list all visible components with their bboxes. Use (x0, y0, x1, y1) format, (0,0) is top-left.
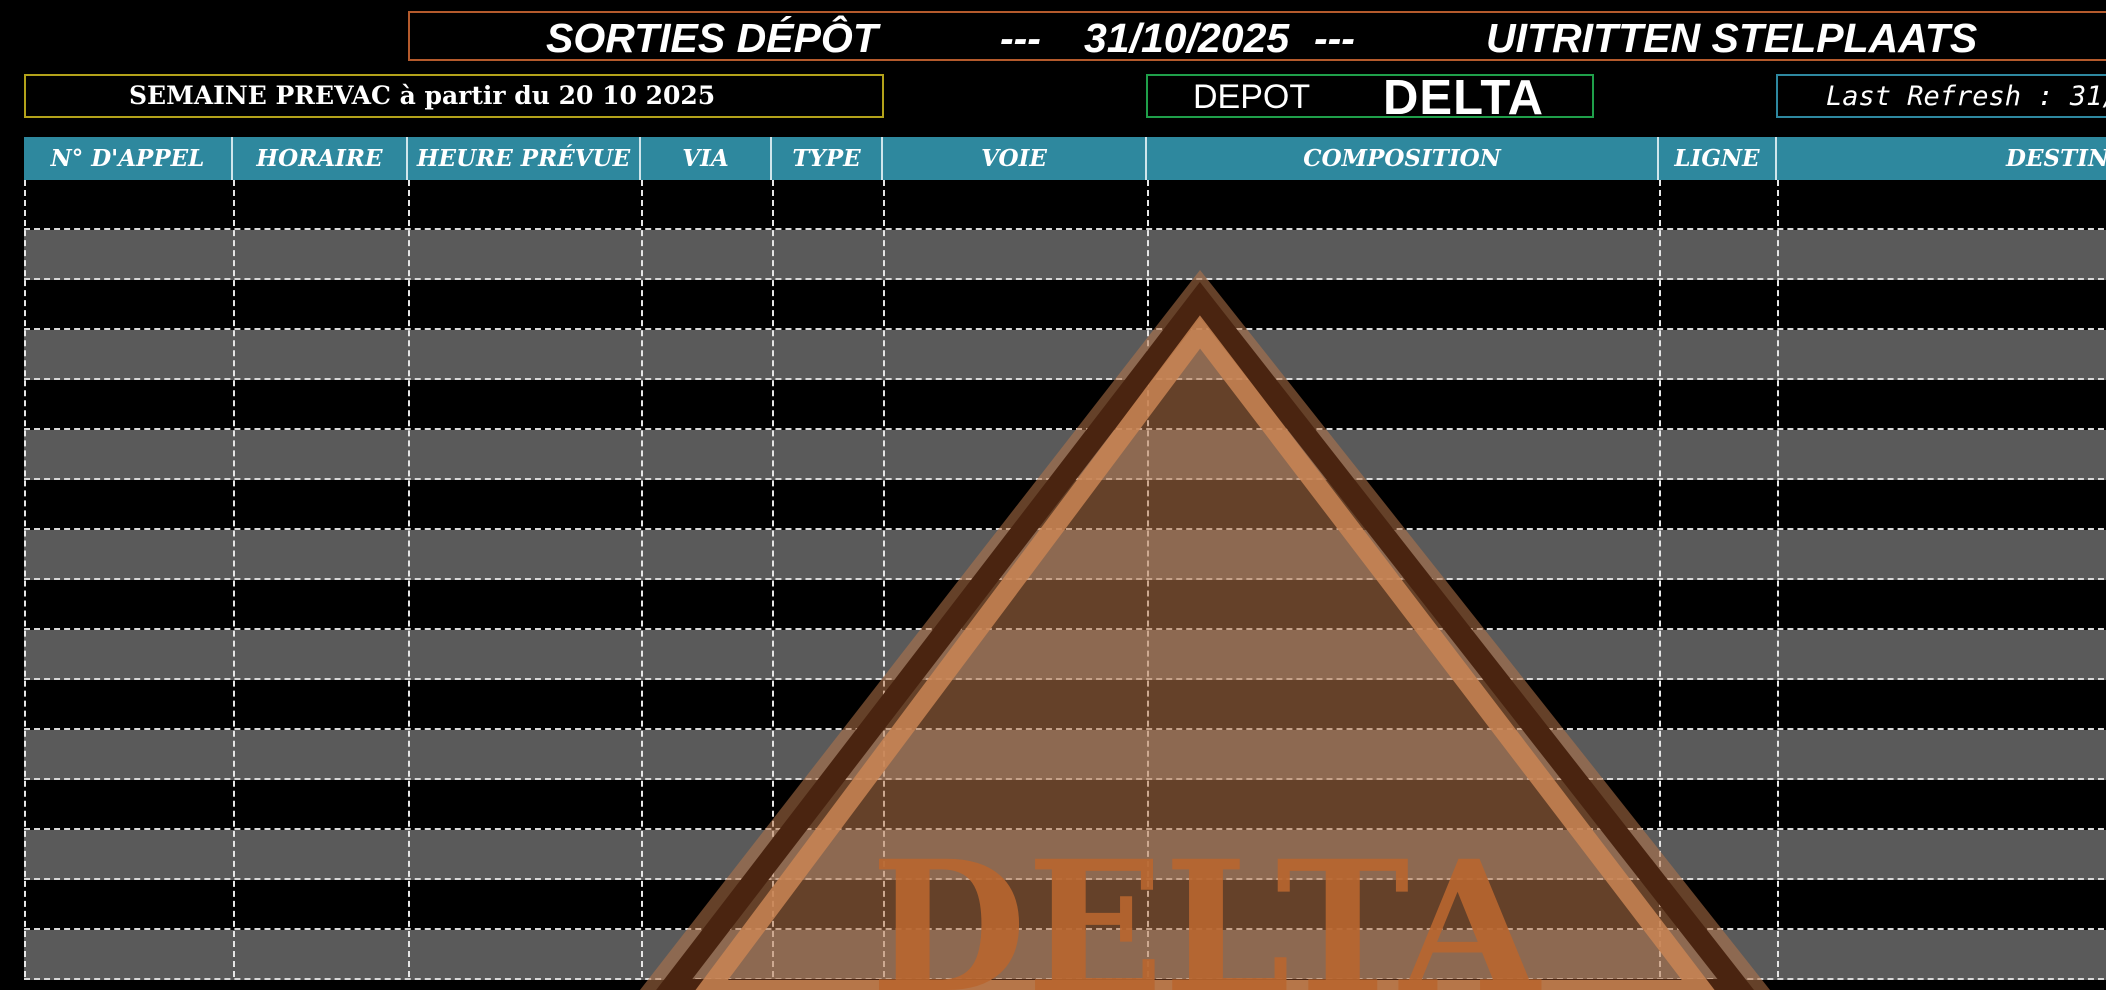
column-divider (1777, 180, 1779, 977)
week-info-box: SEMAINE PREVAC à partir du 20 10 2025 (24, 74, 884, 118)
watermark-text: DELTA (871, 822, 1542, 990)
title-banner: SORTIES DÉPÔT --- 31/10/2025 --- UITRITT… (408, 11, 2106, 61)
column-header-type: TYPE (772, 137, 883, 180)
column-header-track: VOIE (883, 137, 1147, 180)
depot-box: DEPOT DELTA (1146, 71, 1594, 125)
column-divider (24, 180, 26, 977)
title-dutch: UITRITTEN STELPLAATS (1486, 15, 1978, 61)
column-header-schedule: HORAIRE (233, 137, 408, 180)
delta-watermark-logo: DELTA (640, 270, 1770, 990)
column-divider (233, 180, 235, 977)
column-header-call-number: N° D'APPEL (24, 137, 233, 180)
column-header-line: LIGNE (1659, 137, 1777, 180)
depot-value: DELTA (1383, 71, 1545, 125)
column-header-composition: COMPOSITION (1147, 137, 1659, 180)
column-header-via: VIA (641, 137, 772, 180)
depot-label: DEPOT (1193, 78, 1311, 116)
last-refresh-box: Last Refresh : 31/ (1776, 74, 2106, 118)
column-header-destination: DESTIN (2006, 145, 2106, 172)
title-date: 31/10/2025 (1084, 15, 1290, 61)
week-info-text: SEMAINE PREVAC à partir du 20 10 2025 (129, 81, 716, 110)
table-row (24, 180, 2106, 230)
column-divider (408, 180, 410, 977)
column-header-planned-time: HEURE PRÉVUE (408, 137, 641, 180)
title-separator-right: --- (1314, 15, 1355, 61)
title-separator-left: --- (1000, 15, 1041, 61)
table-header-row: N° D'APPEL HORAIRE HEURE PRÉVUE VIA TYPE… (24, 137, 2106, 180)
last-refresh-text: Last Refresh : 31/ (1826, 81, 2106, 112)
title-french: SORTIES DÉPÔT (546, 15, 878, 61)
